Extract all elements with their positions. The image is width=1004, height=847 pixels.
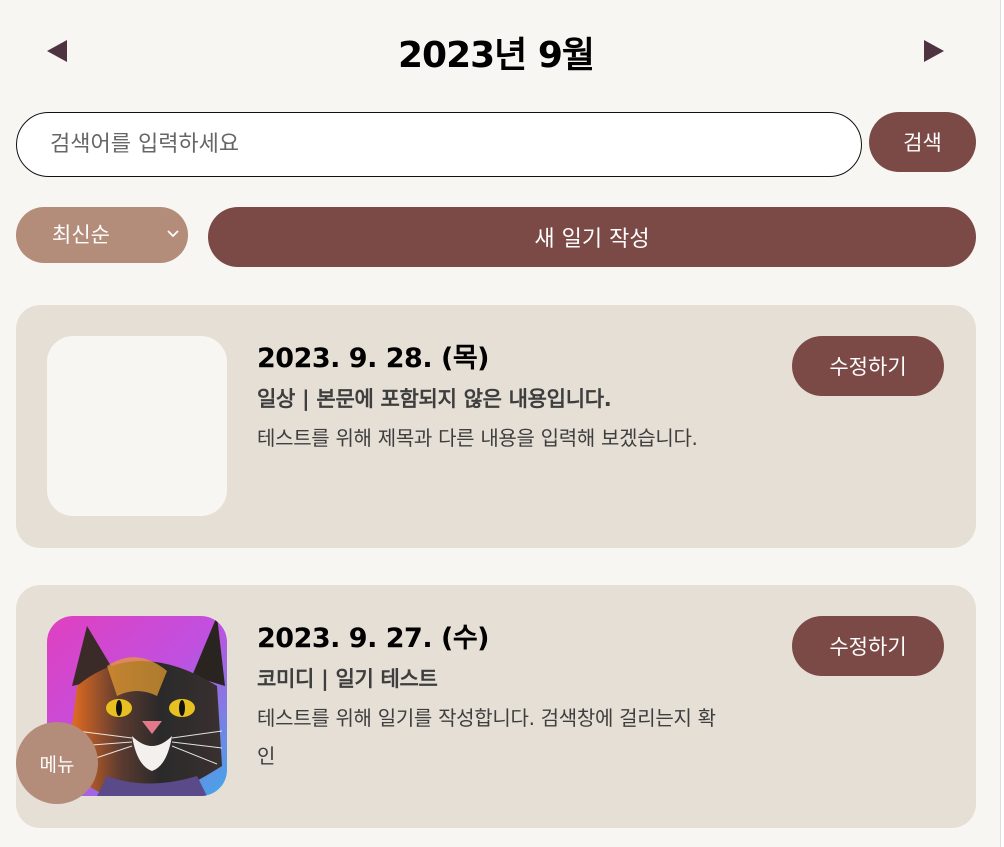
new-diary-button[interactable]: 새 일기 작성 — [208, 207, 976, 267]
edit-button[interactable]: 수정하기 — [792, 336, 944, 396]
diary-entry-card[interactable]: 2023. 9. 28. (목) 일상 | 본문에 포함되지 않은 내용입니다.… — [16, 305, 976, 548]
edit-button[interactable]: 수정하기 — [792, 616, 944, 676]
diary-entry-card[interactable]: 2023. 9. 27. (수) 코미디 | 일기 테스트 테스트를 위해 일기… — [16, 585, 976, 828]
entry-title: 일상 | 본문에 포함되지 않은 내용입니다. — [257, 387, 612, 411]
search-input[interactable] — [16, 112, 862, 177]
month-title: 2023년 9월 — [397, 35, 595, 76]
search-button[interactable]: 검색 — [869, 112, 976, 172]
month-header: 2023년 9월 — [16, 22, 976, 78]
entry-body: 테스트를 위해 제목과 다른 내용을 입력해 보겠습니다. — [257, 426, 698, 450]
sort-select[interactable]: 최신순 — [16, 207, 188, 263]
entry-title: 코미디 | 일기 테스트 — [257, 667, 438, 691]
sort-selected-value: 최신순 — [52, 223, 110, 247]
menu-button[interactable]: 메뉴 — [16, 722, 98, 804]
entry-body: 테스트를 위해 일기를 작성합니다. 검색창에 걸리는지 확인 — [257, 706, 716, 768]
chevron-down-icon — [166, 207, 180, 263]
window-edge — [1000, 0, 1004, 847]
entry-date: 2023. 9. 28. (목) — [257, 343, 490, 374]
next-month-icon[interactable] — [924, 40, 944, 62]
entry-thumbnail — [47, 336, 227, 516]
entry-date: 2023. 9. 27. (수) — [257, 623, 490, 654]
